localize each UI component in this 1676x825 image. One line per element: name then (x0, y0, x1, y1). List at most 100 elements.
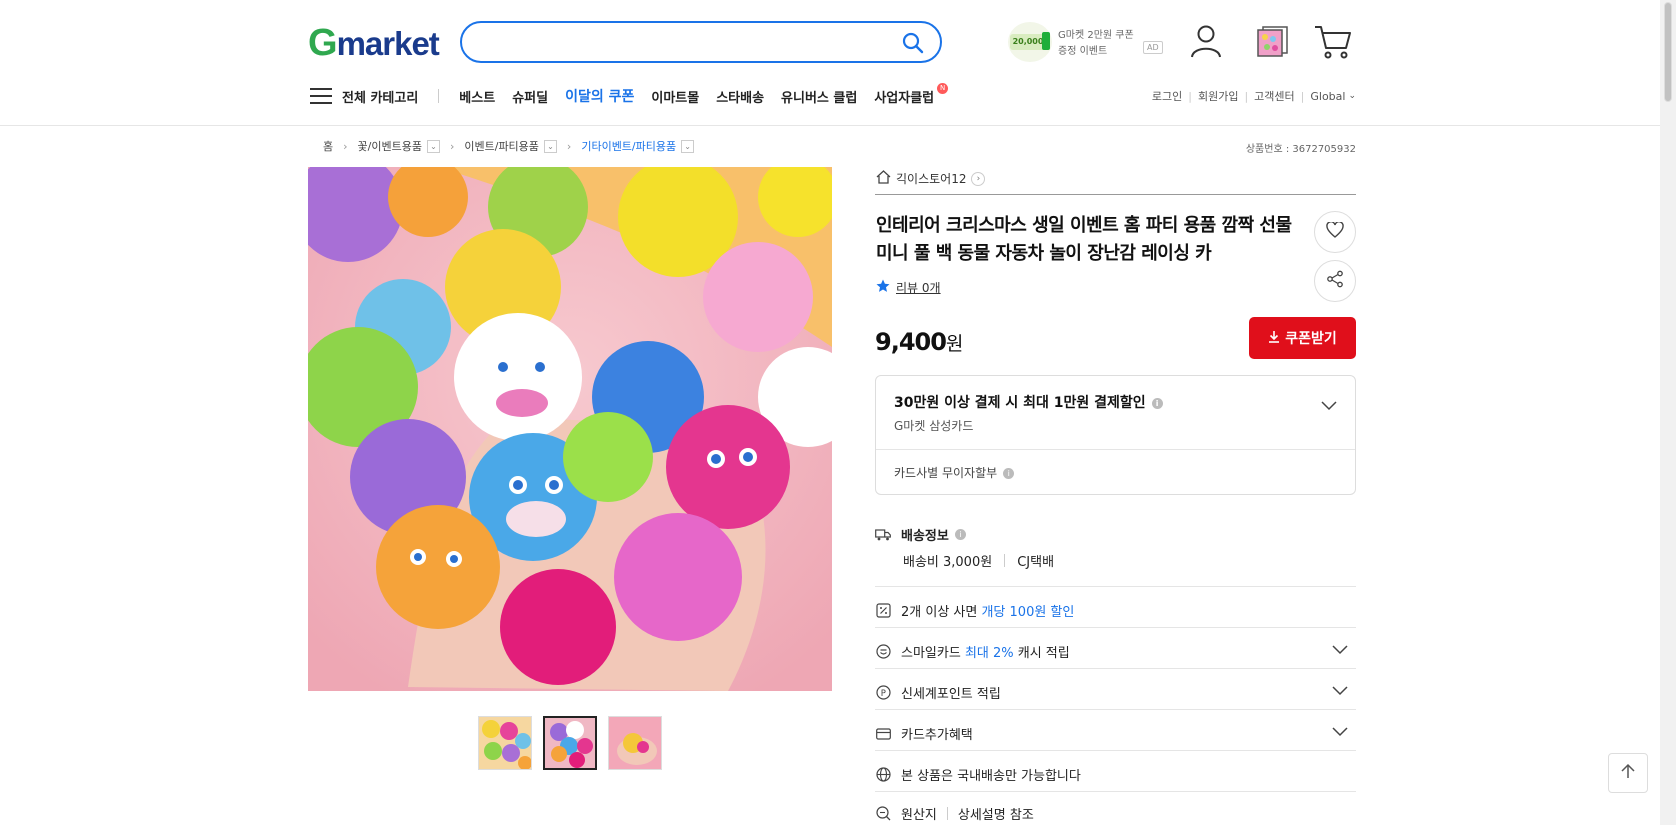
dropdown-icon[interactable]: ⌄ (543, 139, 557, 153)
breadcrumb-home[interactable]: 홈 (323, 138, 333, 154)
ad-badge: AD (1143, 41, 1163, 54)
courier: CJ택배 (1017, 555, 1055, 570)
store-divider (875, 194, 1356, 195)
domestic-text: 본 상품은 국내배송만 가능합니다 (901, 769, 1081, 784)
nav-item-business-club[interactable]: 사업자클럽 (874, 87, 934, 106)
row-divider (875, 668, 1356, 669)
coupon-download-button[interactable]: 쿠폰받기 (1249, 317, 1356, 359)
new-badge: N (937, 82, 949, 94)
thumbnail-1[interactable] (478, 716, 532, 770)
heart-icon (1326, 221, 1344, 242)
header-divider (0, 125, 1660, 126)
breadcrumb-level-1[interactable]: 꽃/이벤트용품 (358, 138, 422, 154)
review-link[interactable]: 리뷰 0개 (876, 279, 941, 296)
breadcrumb: 홈 › 꽃/이벤트용품 ⌄ › 이벤트/파티용품 ⌄ › 기타이벤트/파티용품 ⌄ (323, 138, 695, 154)
info-icon[interactable]: i (1151, 397, 1163, 409)
multi-discount-highlight: 개당 100원 할인 (981, 605, 1075, 620)
chevron-down-icon[interactable] (1332, 644, 1348, 659)
thumbnail-3[interactable] (608, 716, 662, 770)
scroll-to-top-button[interactable] (1608, 753, 1648, 793)
nav-item-superdeal[interactable]: 슈퍼딜 (512, 87, 548, 106)
breadcrumb-level-3[interactable]: 기타이벤트/파티용품 (581, 138, 676, 154)
shinsegae-text: 신세계포인트 적립 (901, 687, 1001, 702)
truck-icon (875, 527, 891, 543)
svg-text:P: P (880, 689, 885, 699)
download-icon (1268, 330, 1280, 347)
nav-item-star-delivery[interactable]: 스타배송 (716, 87, 764, 106)
login-link[interactable]: 로그인 (1152, 88, 1182, 104)
search-icon[interactable] (902, 32, 924, 58)
card-icon (875, 726, 891, 742)
cart-icon[interactable] (1314, 24, 1352, 64)
nav-item-monthly-coupon[interactable]: 이달의 쿠폰 (565, 86, 634, 106)
nav-item-best[interactable]: 베스트 (459, 87, 495, 106)
product-main-image[interactable] (308, 167, 832, 691)
nav-item-emart[interactable]: 이마트몰 (651, 87, 699, 106)
chevron-down-icon[interactable] (1332, 685, 1348, 700)
search-bar[interactable] (460, 21, 942, 63)
dropdown-icon[interactable]: ⌄ (681, 139, 695, 153)
row-divider (875, 586, 1356, 587)
origin-row: 원산지 상세설명 참조 (875, 804, 1356, 823)
search-input[interactable] (480, 23, 900, 61)
wishlist-button[interactable] (1314, 211, 1356, 253)
price-value: 9,400 (875, 328, 947, 356)
row-divider (875, 709, 1356, 710)
chevron-down-icon[interactable] (1321, 396, 1337, 415)
shinsegae-point-row[interactable]: P 신세계포인트 적립 (875, 683, 1356, 702)
discount-tag-icon (875, 603, 891, 619)
installment-info: 카드사별 무이자할부 i (894, 464, 1015, 481)
card-box-divider (876, 449, 1355, 450)
multi-discount-text: 2개 이상 사면 (901, 605, 982, 620)
coupon-button-label: 쿠폰받기 (1285, 331, 1337, 347)
coupon-ad-banner[interactable]: 20,000 G마켓 2만원 쿠폰 증정 이벤트 AD (1008, 22, 1163, 62)
review-count: 리뷰 0개 (896, 281, 941, 295)
origin-label: 원산지 (901, 808, 937, 823)
thumbnail-2[interactable] (543, 716, 597, 770)
nav-divider (438, 89, 440, 103)
smile-card-row[interactable]: 스마일카드 최대 2% 캐시 적립 (875, 642, 1356, 661)
store-link[interactable]: 긱이스토어12 › (876, 170, 986, 187)
coupon-ad-line2: 증정 이벤트 (1058, 46, 1108, 57)
info-icon[interactable]: i (1003, 468, 1015, 479)
smile-text-post: 캐시 적립 (1013, 646, 1070, 661)
all-categories-link[interactable]: 전체 카테고리 (342, 87, 418, 106)
global-link[interactable]: Global (1310, 90, 1345, 103)
dropdown-icon[interactable]: ⌄ (426, 139, 440, 153)
scrollbar[interactable] (1660, 0, 1676, 825)
gmarket-logo[interactable]: Gmarket (308, 22, 440, 65)
card-benefit-text: 카드추가혜택 (901, 728, 973, 743)
card-benefit-row[interactable]: 카드추가혜택 (875, 724, 1356, 743)
info-icon[interactable]: i (954, 529, 966, 540)
coupon-amount: 20,000 (1010, 34, 1046, 50)
customer-center-link[interactable]: 고객센터 (1254, 88, 1294, 104)
domestic-row: 본 상품은 국내배송만 가능합니다 (875, 765, 1356, 784)
hamburger-icon[interactable] (310, 88, 332, 104)
scrollbar-thumb[interactable] (1664, 2, 1672, 102)
breadcrumb-level-2[interactable]: 이벤트/파티용품 (464, 138, 539, 154)
card-offer-title: 30만원 이상 결제 시 최대 1만원 결제할인 i (894, 392, 1163, 412)
logo-g: G (308, 22, 338, 64)
row-divider (875, 627, 1356, 628)
chevron-down-icon[interactable] (1332, 726, 1348, 741)
chevron-right-icon: › (566, 139, 572, 153)
shipping-details: 배송비 3,000원 CJ택배 (903, 551, 1054, 570)
product-id: 상품번호 : 3672705932 (1245, 144, 1356, 155)
share-button[interactable] (1314, 260, 1356, 302)
share-icon (1326, 270, 1344, 292)
recent-viewed-icon[interactable] (1257, 26, 1289, 62)
origin-value: 상세설명 참조 (957, 808, 1034, 823)
store-name: 긱이스토어12 (896, 172, 967, 186)
coupon-ad-line1: G마켓 2만원 쿠폰 (1058, 30, 1134, 41)
logo-text: market (336, 25, 440, 62)
card-offer-box[interactable]: 30만원 이상 결제 시 최대 1만원 결제할인 i G마켓 삼성카드 카드사별 … (875, 375, 1356, 495)
my-page-icon[interactable] (1190, 24, 1222, 62)
nav-item-universe-club[interactable]: 유니버스 클럽 (781, 87, 857, 106)
arrow-up-icon (1621, 763, 1635, 783)
chevron-right-icon: › (971, 171, 986, 186)
star-icon (876, 279, 890, 296)
point-icon: P (875, 685, 891, 701)
signup-link[interactable]: 회원가입 (1198, 88, 1238, 104)
smile-highlight: 최대 2% (964, 646, 1014, 661)
product-title: 인테리어 크리스마스 생일 이벤트 홈 파티 용품 깜짝 선물 미니 풀 백 동… (876, 215, 1292, 264)
